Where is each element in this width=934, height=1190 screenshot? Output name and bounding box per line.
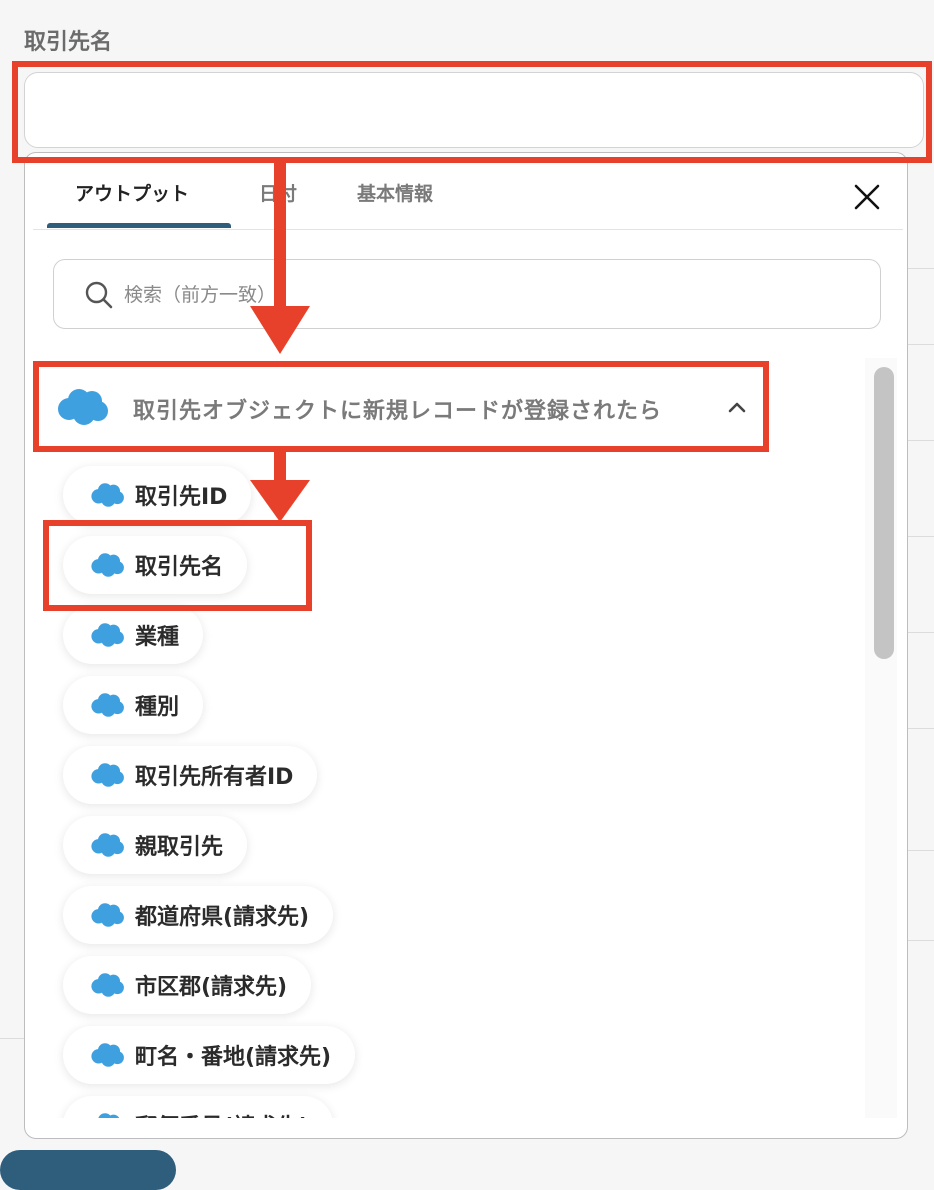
row-divider xyxy=(0,1038,24,1039)
tab-date[interactable]: 日付 xyxy=(259,179,297,206)
tabs-divider xyxy=(33,229,903,230)
item-label: 業種 xyxy=(135,625,180,650)
output-list: 取引先オブジェクトに新規レコードが登録されたら 取引先ID 取引先名 業種 種別… xyxy=(25,353,907,1118)
item-label: 郵便番号(請求先) xyxy=(135,1109,309,1118)
item-label: 種別 xyxy=(135,695,180,720)
output-item-billing-city[interactable]: 市区郡(請求先) xyxy=(63,956,312,1014)
output-item-billing-state[interactable]: 都道府県(請求先) xyxy=(63,886,334,944)
output-item-account-name[interactable]: 取引先名 xyxy=(63,536,248,594)
row-divider xyxy=(908,632,934,633)
tab-bar: アウトプット 日付 基本情報 xyxy=(25,153,907,231)
row-divider xyxy=(908,440,934,441)
salesforce-cloud-icon xyxy=(91,1043,124,1067)
scrollbar-thumb[interactable] xyxy=(874,367,894,659)
tab-output[interactable]: アウトプット xyxy=(75,179,189,206)
output-picker-panel: アウトプット 日付 基本情報 取引先オブジェクト xyxy=(24,152,908,1139)
row-divider xyxy=(908,940,934,941)
salesforce-cloud-icon xyxy=(91,973,124,997)
salesforce-cloud-icon xyxy=(91,763,124,787)
item-label: 町名・番地(請求先) xyxy=(135,1045,332,1070)
item-label: 市区郡(請求先) xyxy=(135,975,288,1000)
salesforce-cloud-icon xyxy=(58,389,108,425)
salesforce-cloud-icon xyxy=(91,553,124,577)
account-name-input[interactable] xyxy=(24,72,924,148)
salesforce-cloud-icon xyxy=(91,693,124,717)
search-input[interactable] xyxy=(122,272,866,318)
search-icon xyxy=(85,281,113,309)
bottom-action-button[interactable] xyxy=(0,1150,176,1190)
output-item-industry[interactable]: 業種 xyxy=(63,606,204,664)
tab-basic-info[interactable]: 基本情報 xyxy=(357,179,433,206)
output-item-parent-account[interactable]: 親取引先 xyxy=(63,816,248,874)
row-divider xyxy=(908,344,934,345)
row-divider xyxy=(908,850,934,851)
group-title: 取引先オブジェクトに新規レコードが登録されたら xyxy=(133,399,663,424)
search-box xyxy=(53,259,881,329)
output-item-type[interactable]: 種別 xyxy=(63,676,204,734)
item-label: 取引先名 xyxy=(135,555,224,580)
output-item-billing-postal-code[interactable]: 郵便番号(請求先) xyxy=(63,1096,334,1118)
output-item-account-id[interactable]: 取引先ID xyxy=(63,466,252,524)
active-tab-indicator xyxy=(47,223,231,228)
item-label: 取引先ID xyxy=(135,485,228,510)
salesforce-cloud-icon xyxy=(91,623,124,647)
field-label: 取引先名 xyxy=(24,30,113,55)
row-divider xyxy=(908,536,934,537)
row-divider xyxy=(908,268,934,269)
row-divider xyxy=(908,728,934,729)
salesforce-cloud-icon xyxy=(91,903,124,927)
output-item-owner-id[interactable]: 取引先所有者ID xyxy=(63,746,318,804)
output-item-billing-street[interactable]: 町名・番地(請求先) xyxy=(63,1026,356,1084)
background-row-dividers xyxy=(908,150,934,1050)
chevron-up-icon[interactable] xyxy=(725,397,749,417)
item-label: 親取引先 xyxy=(135,835,224,860)
close-icon[interactable] xyxy=(851,181,883,213)
group-header-account-created[interactable]: 取引先オブジェクトに新規レコードが登録されたら xyxy=(41,375,781,439)
salesforce-cloud-icon xyxy=(98,1113,120,1118)
item-label: 都道府県(請求先) xyxy=(135,905,310,930)
salesforce-cloud-icon xyxy=(91,833,124,857)
item-label: 取引先所有者ID xyxy=(135,765,294,790)
salesforce-cloud-icon xyxy=(91,483,124,507)
